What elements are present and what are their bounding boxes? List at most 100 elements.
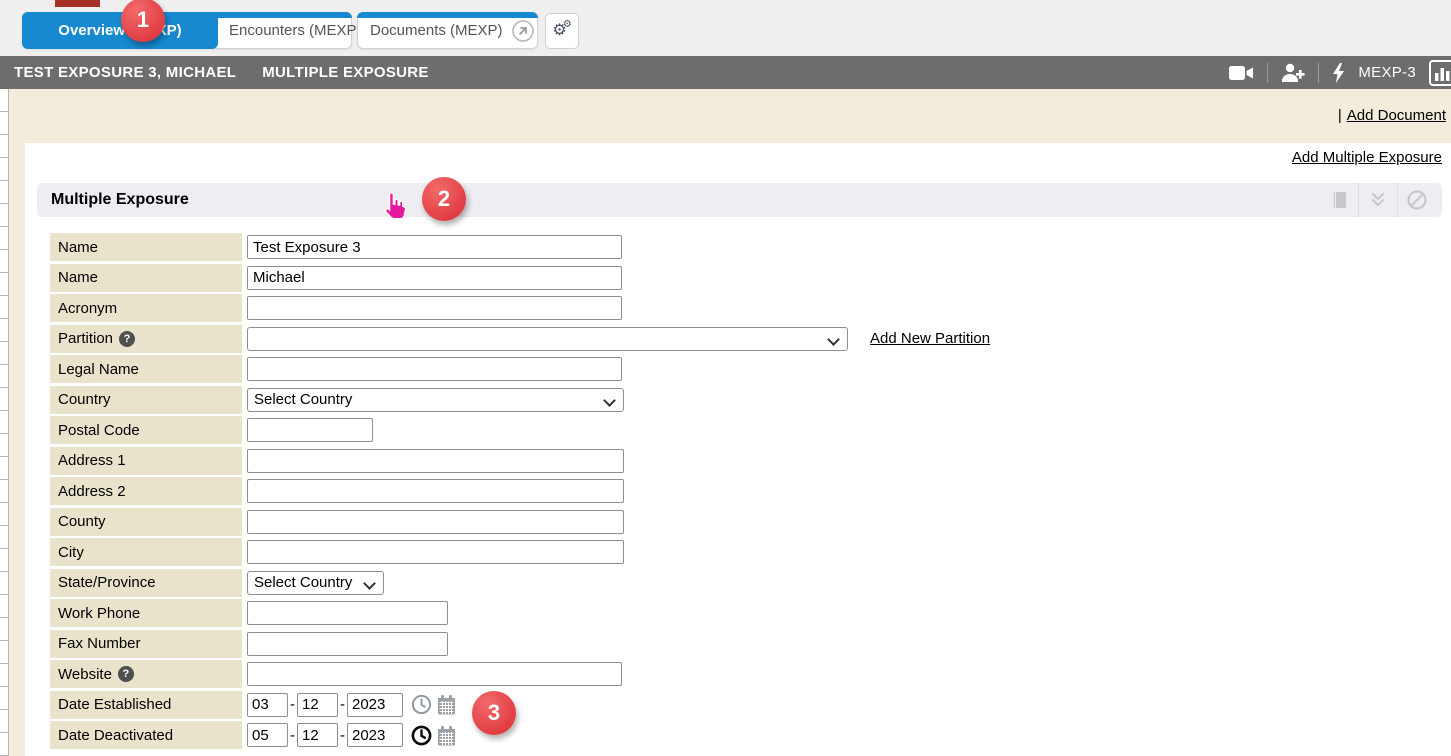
name-input[interactable] bbox=[247, 235, 622, 259]
work-phone-input[interactable] bbox=[247, 601, 448, 625]
divider bbox=[1267, 63, 1268, 83]
city-input[interactable] bbox=[247, 540, 624, 564]
state-province-select[interactable]: Select Country bbox=[247, 571, 384, 595]
help-icon[interactable]: ? bbox=[119, 331, 135, 347]
field-label: Name bbox=[50, 264, 242, 292]
field-label: Fax Number bbox=[50, 630, 242, 658]
tab-settings-button[interactable]: ⚙ ⚙ bbox=[545, 13, 579, 49]
disable-circle-slash-icon[interactable] bbox=[1398, 188, 1436, 212]
separator: | bbox=[1338, 107, 1342, 124]
record-title-bar: TEST EXPOSURE 3, MICHAEL MULTIPLE EXPOSU… bbox=[0, 56, 1451, 89]
date-separator: - bbox=[290, 696, 295, 713]
bar-chart-icon[interactable] bbox=[1429, 60, 1451, 86]
form-row-work-phone: Work Phone bbox=[50, 599, 990, 627]
form-row-date-deactivated: Date Deactivated - - bbox=[50, 721, 990, 749]
annotation-badge-2: 2 bbox=[422, 177, 466, 221]
name2-input[interactable] bbox=[247, 266, 622, 290]
date-established-day-input[interactable] bbox=[297, 693, 338, 717]
date-separator: - bbox=[290, 727, 295, 744]
form-row-acronym: Acronym bbox=[50, 294, 990, 322]
field-label: Partition ? bbox=[50, 325, 242, 353]
form-row-fax-number: Fax Number bbox=[50, 630, 990, 658]
clock-icon[interactable] bbox=[411, 694, 432, 715]
form-row-website: Website ? bbox=[50, 660, 990, 688]
field-label: Address 2 bbox=[50, 477, 242, 505]
annotation-badge-3: 3 bbox=[472, 691, 516, 735]
address2-input[interactable] bbox=[247, 479, 624, 503]
video-camera-icon[interactable] bbox=[1229, 64, 1254, 82]
hand-cursor-icon bbox=[380, 191, 408, 226]
date-established-year-input[interactable] bbox=[347, 693, 403, 717]
calendar-icon[interactable] bbox=[436, 694, 457, 715]
field-label: Date Deactivated bbox=[50, 721, 242, 749]
record-context: MULTIPLE EXPOSURE bbox=[262, 64, 429, 81]
field-label: Name bbox=[50, 233, 242, 261]
date-deactivated-year-input[interactable] bbox=[347, 723, 403, 747]
journal-icon[interactable] bbox=[1320, 188, 1358, 212]
collapse-double-chevron-icon[interactable] bbox=[1359, 188, 1397, 212]
tab-bar: Overview (MEXP) Encounters (MEXP) Docume… bbox=[0, 0, 1451, 56]
field-label: Country bbox=[50, 386, 242, 414]
left-ruler-strip bbox=[0, 89, 9, 756]
field-label: City bbox=[50, 538, 242, 566]
date-deactivated-day-input[interactable] bbox=[297, 723, 338, 747]
record-id: MEXP-3 bbox=[1358, 64, 1416, 81]
add-person-icon[interactable] bbox=[1281, 63, 1305, 83]
help-icon[interactable]: ? bbox=[118, 666, 134, 682]
address1-input[interactable] bbox=[247, 449, 624, 473]
add-document-row: | Add Document bbox=[1338, 107, 1446, 124]
form-row-county: County bbox=[50, 508, 990, 536]
field-label: Date Established bbox=[50, 691, 242, 719]
date-deactivated-month-input[interactable] bbox=[247, 723, 288, 747]
form-row-address1: Address 1 bbox=[50, 447, 990, 475]
field-label: Acronym bbox=[50, 294, 242, 322]
form-row-country: Country Select Country bbox=[50, 386, 990, 414]
form-row-legal-name: Legal Name bbox=[50, 355, 990, 383]
clock-icon[interactable] bbox=[411, 725, 432, 746]
divider bbox=[1318, 63, 1319, 83]
form-row-name1: Name bbox=[50, 233, 990, 261]
page-background-band bbox=[9, 89, 1451, 143]
add-multiple-exposure-link[interactable]: Add Multiple Exposure bbox=[1292, 149, 1442, 166]
form-row-postal-code: Postal Code bbox=[50, 416, 990, 444]
field-label: Work Phone bbox=[50, 599, 242, 627]
calendar-icon[interactable] bbox=[436, 725, 457, 746]
browser-red-fragment bbox=[55, 0, 100, 7]
add-document-link[interactable]: Add Document bbox=[1347, 107, 1446, 124]
field-label-text: Partition bbox=[58, 330, 113, 347]
tab-overview[interactable]: Overview (MEXP) bbox=[22, 12, 218, 49]
tab-documents[interactable]: Documents (MEXP) bbox=[370, 22, 503, 39]
form-row-city: City bbox=[50, 538, 990, 566]
country-select[interactable]: Select Country bbox=[247, 388, 624, 412]
postal-code-input[interactable] bbox=[247, 418, 373, 442]
lightning-bolt-icon[interactable] bbox=[1332, 63, 1345, 83]
field-label: Website ? bbox=[50, 660, 242, 688]
gear-icon: ⚙ bbox=[563, 20, 572, 30]
field-label: Address 1 bbox=[50, 447, 242, 475]
website-input[interactable] bbox=[247, 662, 622, 686]
field-label-text: Website bbox=[58, 666, 112, 683]
page-left-margin bbox=[9, 143, 25, 756]
app-window: Overview (MEXP) Encounters (MEXP) Docume… bbox=[0, 0, 1451, 756]
tab-encounters[interactable]: Encounters (MEXP) bbox=[229, 22, 362, 39]
field-label: Postal Code bbox=[50, 416, 242, 444]
legal-name-input[interactable] bbox=[247, 357, 622, 381]
form-row-address2: Address 2 bbox=[50, 477, 990, 505]
form-row-name2: Name bbox=[50, 264, 990, 292]
field-label: State/Province bbox=[50, 569, 242, 597]
open-in-new-icon[interactable] bbox=[511, 19, 535, 43]
date-established-month-input[interactable] bbox=[247, 693, 288, 717]
form-row-date-established: Date Established - - bbox=[50, 691, 990, 719]
acronym-input[interactable] bbox=[247, 296, 622, 320]
fax-number-input[interactable] bbox=[247, 632, 448, 656]
tab-group-documents: Documents (MEXP) bbox=[357, 12, 538, 49]
add-multiple-exposure-row: Add Multiple Exposure bbox=[1292, 149, 1442, 166]
section-title: Multiple Exposure bbox=[51, 191, 189, 209]
annotation-badge-1: 1 bbox=[121, 0, 165, 42]
county-input[interactable] bbox=[247, 510, 624, 534]
date-separator: - bbox=[340, 696, 345, 713]
tab-group-overview-encounters: Overview (MEXP) Encounters (MEXP) bbox=[22, 12, 352, 49]
add-new-partition-link[interactable]: Add New Partition bbox=[870, 330, 990, 347]
partition-select[interactable] bbox=[247, 327, 848, 351]
section-header: Multiple Exposure bbox=[37, 183, 1442, 217]
